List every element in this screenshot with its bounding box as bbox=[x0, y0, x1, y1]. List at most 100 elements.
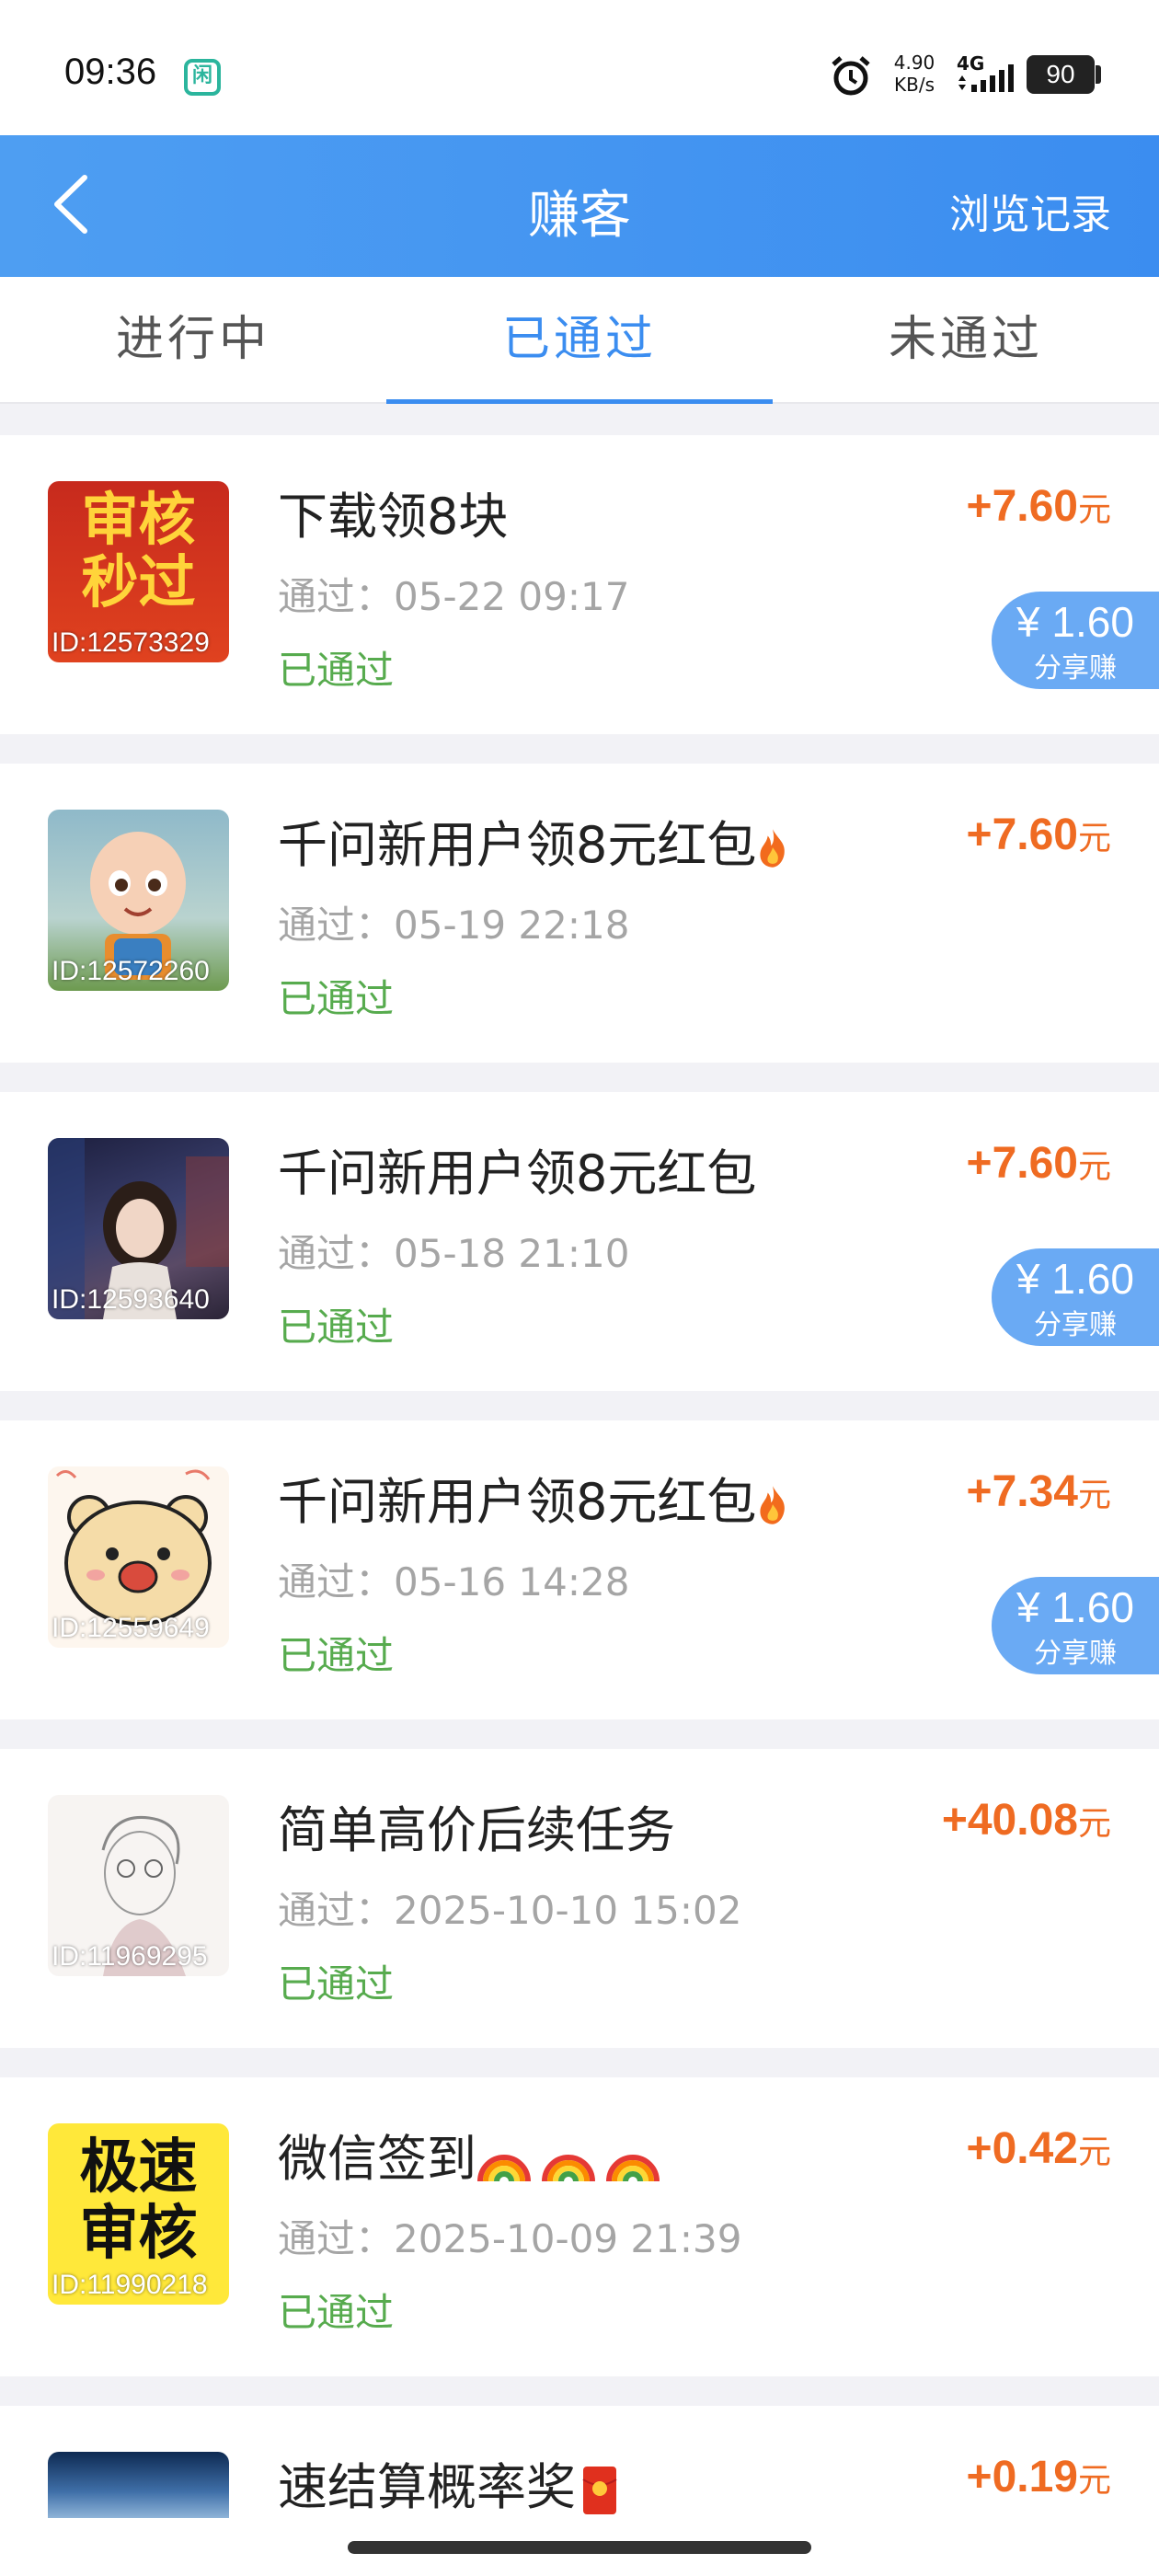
share-label: 分享赚 bbox=[1034, 1309, 1117, 1341]
reward-unit: 元 bbox=[1077, 491, 1111, 529]
status-tabs: 进行中 已通过 未通过 bbox=[0, 277, 1159, 404]
task-approved-time: 通过：05-16 14:28 bbox=[278, 1559, 630, 1604]
task-title: 千问新用户领8元红包 bbox=[278, 1473, 757, 1531]
network-speed: 4.90 KB/s bbox=[890, 52, 938, 96]
task-title: 千问新用户领8元红包 bbox=[278, 816, 757, 874]
task-reward: +7.60元 bbox=[967, 810, 1111, 860]
task-title: 下载领8块 bbox=[278, 488, 509, 546]
task-approved-time: 通过：05-19 22:18 bbox=[278, 903, 630, 948]
reward-unit: 元 bbox=[1077, 2462, 1111, 2500]
share-earn-button[interactable]: ¥ 1.60 分享赚 bbox=[992, 1248, 1159, 1346]
task-thumbnail: ID:12572260 bbox=[48, 810, 229, 991]
task-thumbnail: 极速 审核 ID:11990218 bbox=[48, 2123, 229, 2305]
reward-amount: +7.34 bbox=[966, 1467, 1078, 1516]
alarm-icon bbox=[832, 56, 870, 96]
thumbnail-text-line: 秒过 bbox=[81, 548, 196, 615]
home-indicator[interactable] bbox=[348, 2541, 811, 2554]
battery-tip bbox=[1096, 65, 1101, 84]
reward-unit: 元 bbox=[1077, 2133, 1111, 2171]
notification-app-icon: 闲 bbox=[184, 59, 221, 96]
share-amount: ¥ 1.60 bbox=[1016, 598, 1134, 646]
battery-indicator: 90 bbox=[1027, 55, 1095, 94]
task-reward: +7.60元 bbox=[967, 1138, 1111, 1189]
active-tab-indicator bbox=[386, 399, 773, 404]
share-amount: ¥ 1.60 bbox=[1016, 1583, 1134, 1631]
back-arrow-icon[interactable] bbox=[37, 163, 120, 246]
task-reward: +0.42元 bbox=[967, 2123, 1111, 2174]
share-amount: ¥ 1.60 bbox=[1016, 1255, 1134, 1303]
network-speed-unit: KB/s bbox=[894, 74, 935, 96]
reward-amount: +40.08 bbox=[941, 1796, 1078, 1845]
signal-icon bbox=[958, 64, 1014, 92]
task-title-row: 微信签到 bbox=[278, 2118, 660, 2191]
reward-amount: +7.60 bbox=[966, 482, 1078, 531]
task-reward: +7.34元 bbox=[967, 1466, 1111, 1517]
share-earn-button[interactable]: ¥ 1.60 分享赚 bbox=[992, 1577, 1159, 1674]
task-thumbnail: ID:11969295 bbox=[48, 1795, 229, 1976]
status-bar: 09:36 闲 4.90 KB/s 4G 90 bbox=[0, 0, 1159, 135]
task-reward: +7.60元 bbox=[967, 481, 1111, 532]
reward-unit: 元 bbox=[1077, 820, 1111, 857]
task-status: 已通过 bbox=[278, 2290, 395, 2335]
reward-amount: +7.60 bbox=[966, 1139, 1078, 1188]
task-title-row: 速结算概率奖 bbox=[278, 2446, 618, 2519]
task-thumbnail bbox=[48, 2452, 229, 2518]
reward-amount: +0.42 bbox=[966, 2124, 1078, 2173]
thumbnail-text: 审核 秒过 bbox=[48, 489, 229, 614]
task-id: ID:12559649 bbox=[52, 1613, 210, 1643]
task-title: 千问新用户领8元红包 bbox=[278, 1144, 757, 1202]
task-status: 已通过 bbox=[278, 1961, 395, 2007]
share-label: 分享赚 bbox=[1034, 1638, 1117, 1670]
fire-icon bbox=[760, 829, 786, 868]
reward-unit: 元 bbox=[1077, 1148, 1111, 1186]
reward-unit: 元 bbox=[1077, 1805, 1111, 1843]
task-thumbnail: 审核 秒过 ID:12573329 bbox=[48, 481, 229, 662]
network-speed-value: 4.90 bbox=[893, 52, 935, 74]
thumbnail-text-line: 审核 bbox=[81, 486, 196, 553]
task-approved-time: 通过：2025-10-10 15:02 bbox=[278, 1888, 742, 1933]
task-id: ID:12593640 bbox=[52, 1284, 210, 1315]
task-card[interactable]: 极速 审核 ID:11990218 微信签到 通过：2025-10-09 21:… bbox=[0, 2077, 1159, 2376]
reward-amount: +0.19 bbox=[966, 2453, 1078, 2501]
task-status: 已通过 bbox=[278, 1633, 395, 1678]
task-title: 微信签到 bbox=[278, 2130, 476, 2188]
browse-history-button[interactable]: 浏览记录 bbox=[949, 181, 1111, 240]
share-earn-button[interactable]: ¥ 1.60 分享赚 bbox=[992, 592, 1159, 689]
red-envelope-icon bbox=[582, 2467, 617, 2515]
task-card[interactable]: ID:12572260 千问新用户领8元红包 通过：05-19 22:18 已通… bbox=[0, 764, 1159, 1063]
task-title-row: 千问新用户领8元红包 bbox=[278, 1461, 789, 1534]
thumbnail-text-line: 审核 bbox=[79, 2200, 198, 2268]
fire-icon bbox=[760, 1486, 786, 1525]
tab-rejected[interactable]: 未通过 bbox=[773, 277, 1159, 402]
rainbow-icon bbox=[542, 2155, 595, 2182]
task-status: 已通过 bbox=[278, 1305, 395, 1350]
task-title: 简单高价后续任务 bbox=[278, 1801, 675, 1859]
tab-approved[interactable]: 已通过 bbox=[386, 277, 773, 402]
reward-unit: 元 bbox=[1077, 1477, 1111, 1514]
task-id: ID:12572260 bbox=[52, 956, 210, 986]
task-thumbnail: ID:12593640 bbox=[48, 1138, 229, 1319]
task-approved-time: 通过：05-18 21:10 bbox=[278, 1231, 630, 1276]
task-card[interactable]: ID:12593640 千问新用户领8元红包 通过：05-18 21:10 已通… bbox=[0, 1092, 1159, 1391]
task-thumbnail: ID:12559649 bbox=[48, 1466, 229, 1648]
thumbnail-text: 极速 审核 bbox=[48, 2134, 229, 2267]
task-title: 速结算概率奖 bbox=[278, 2458, 576, 2516]
task-approved-time: 通过：2025-10-09 21:39 bbox=[278, 2216, 742, 2261]
task-card[interactable]: 审核 秒过 ID:12573329 下载领8块 通过：05-22 09:17 已… bbox=[0, 435, 1159, 734]
thumbnail-text-line: 极速 bbox=[79, 2133, 198, 2202]
rainbow-icon bbox=[606, 2155, 660, 2182]
task-reward: +40.08元 bbox=[942, 1795, 1111, 1846]
status-time: 09:36 bbox=[64, 52, 157, 92]
task-id: ID:11990218 bbox=[52, 2270, 208, 2300]
task-status: 已通过 bbox=[278, 648, 395, 693]
task-card[interactable]: ID:11969295 简单高价后续任务 通过：2025-10-10 15:02… bbox=[0, 1749, 1159, 2048]
task-reward: +0.19元 bbox=[967, 2452, 1111, 2502]
task-approved-time: 通过：05-22 09:17 bbox=[278, 574, 630, 619]
share-label: 分享赚 bbox=[1034, 652, 1117, 684]
tab-in-progress[interactable]: 进行中 bbox=[0, 277, 386, 402]
task-card[interactable]: ID:12559649 千问新用户领8元红包 通过：05-16 14:28 已通… bbox=[0, 1420, 1159, 1719]
task-id: ID:11969295 bbox=[52, 1941, 208, 1972]
task-status: 已通过 bbox=[278, 976, 395, 1021]
rainbow-icon bbox=[477, 2155, 531, 2182]
reward-amount: +7.60 bbox=[966, 811, 1078, 859]
